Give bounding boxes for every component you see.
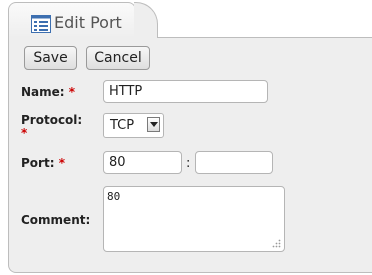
edit-port-page: Edit Port Save Cancel Name: * HTTP Proto… [0, 0, 372, 275]
protocol-select[interactable]: TCP [103, 113, 164, 138]
protocol-label: Protocol: [21, 113, 83, 127]
port-required-mark: * [58, 156, 65, 170]
cancel-button[interactable]: Cancel [86, 46, 150, 70]
tab-title: Edit Port [54, 13, 122, 32]
name-label-row: Name: * [21, 85, 75, 99]
port-end-field[interactable] [195, 151, 273, 174]
name-field[interactable]: HTTP [103, 80, 268, 103]
port-range-separator: : [186, 156, 191, 171]
protocol-label-row: Protocol: * [21, 114, 82, 140]
comment-textarea[interactable]: 80 [103, 186, 285, 252]
comment-text: 80 [107, 190, 121, 203]
name-label: Name: [21, 85, 65, 99]
port-label: Port: [21, 156, 55, 170]
tab-corner [134, 2, 158, 38]
name-required-mark: * [68, 85, 76, 99]
chevron-down-icon[interactable] [147, 117, 160, 132]
comment-label-row: Comment: [21, 213, 90, 227]
comment-label: Comment: [21, 213, 91, 227]
protocol-selected-value: TCP [110, 118, 135, 133]
port-start-field[interactable]: 80 [103, 151, 182, 174]
port-label-row: Port: * [21, 156, 65, 170]
tab-edit-port[interactable]: Edit Port [8, 2, 136, 38]
protocol-required-mark: * [21, 126, 28, 140]
resize-grip-icon[interactable] [272, 239, 281, 248]
list-window-icon [31, 15, 51, 33]
save-button[interactable]: Save [24, 46, 77, 70]
